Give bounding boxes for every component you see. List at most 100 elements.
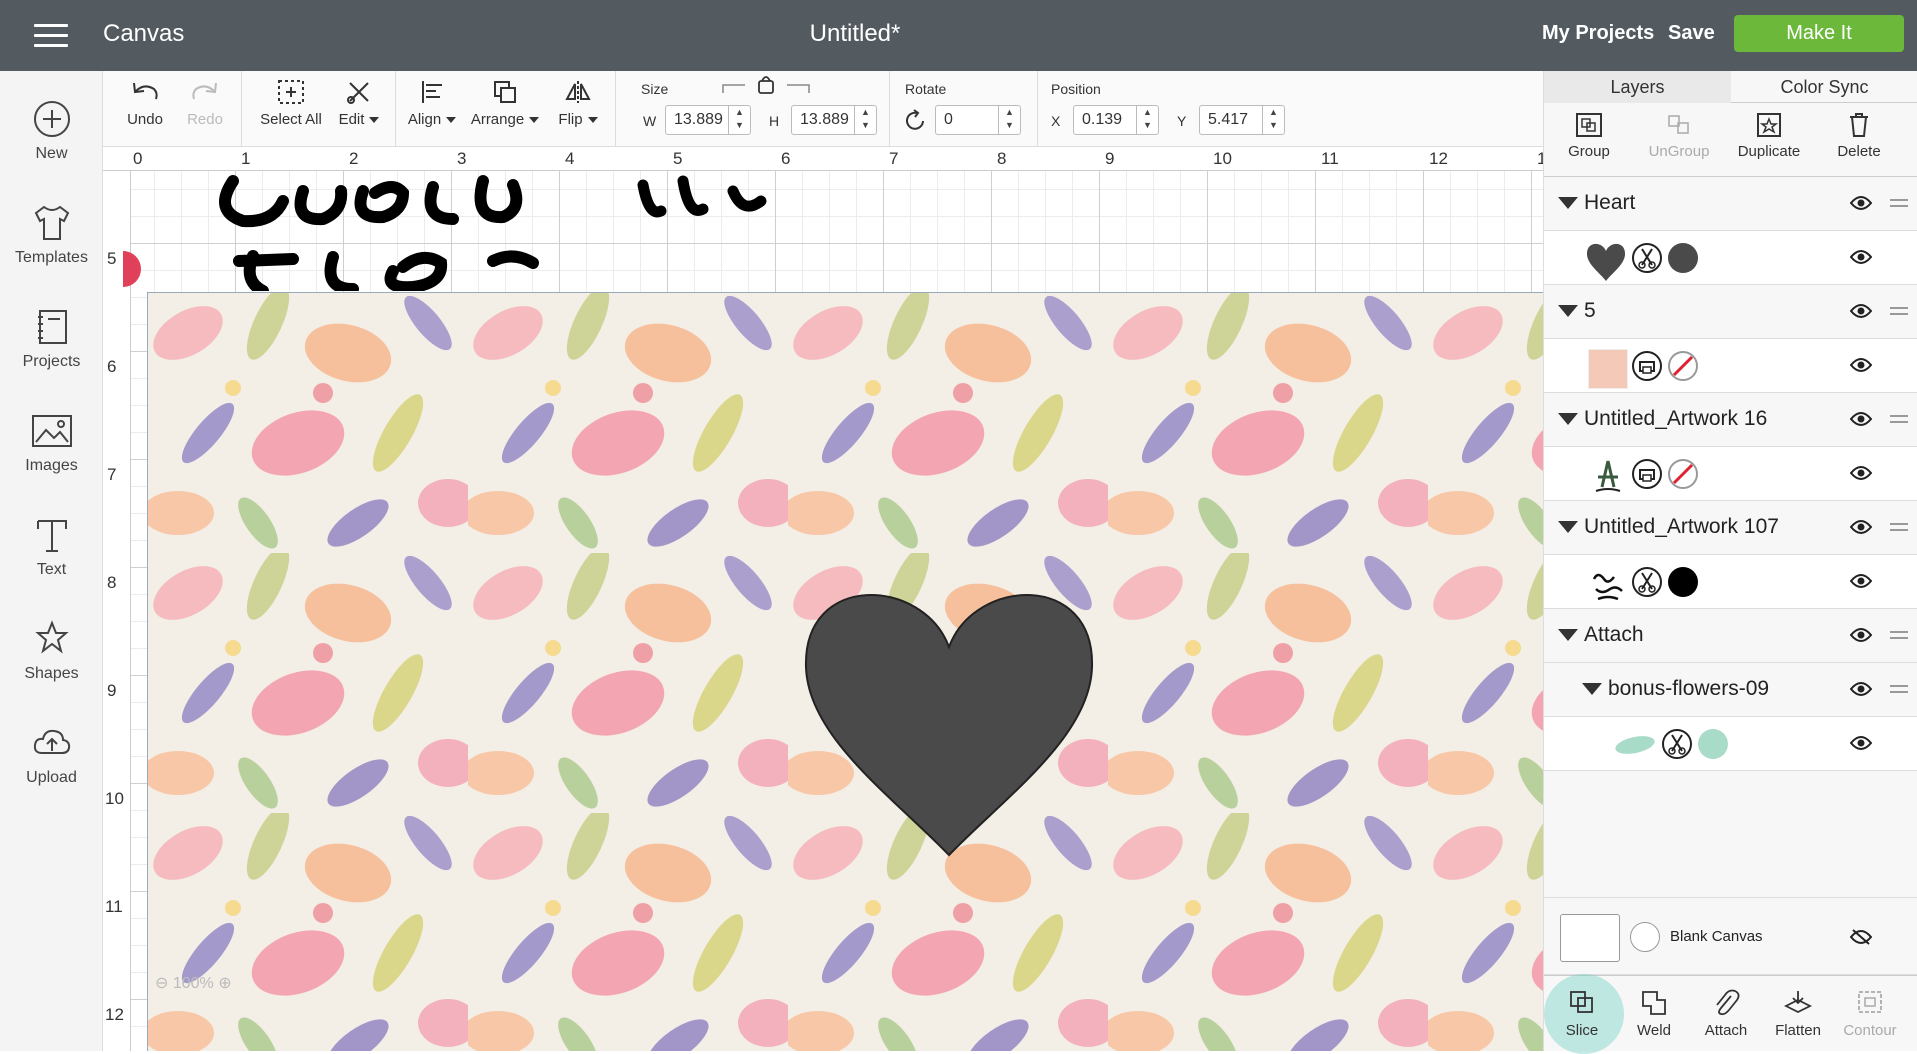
spinner-arrows-icon[interactable]: ▲ ▼ (1136, 106, 1158, 134)
caret-down-icon[interactable] (1558, 413, 1578, 425)
eye-icon[interactable] (1850, 627, 1872, 643)
cut-scissors-icon[interactable] (1632, 243, 1662, 273)
caret-down-icon[interactable] (1558, 305, 1578, 317)
rotate-input[interactable]: 0 ▲ ▼ (935, 105, 1021, 135)
layer-group-artwork-107[interactable]: Untitled_Artwork 107 (1544, 501, 1917, 555)
spinner-arrows-icon[interactable]: ▲ ▼ (998, 106, 1020, 134)
caret-down-icon[interactable] (1582, 683, 1602, 695)
color-swatch[interactable] (1668, 243, 1698, 273)
layer-item-artwork-107[interactable] (1544, 555, 1917, 609)
rotate-icon (906, 109, 924, 130)
group-icon (1576, 113, 1602, 137)
tab-layers[interactable]: Layers (1544, 71, 1731, 103)
delete-button[interactable]: Delete (1814, 111, 1904, 160)
select-all-button[interactable]: Select All (251, 79, 331, 128)
layer-group-5[interactable]: 5 (1544, 285, 1917, 339)
lettering-artwork[interactable] (213, 171, 893, 291)
redo-button[interactable]: Redo (177, 79, 233, 128)
color-swatch[interactable] (1698, 729, 1728, 759)
eye-icon[interactable] (1850, 519, 1872, 535)
layer-group-bonus-flowers[interactable]: bonus-flowers-09 (1544, 663, 1917, 717)
zoom-control[interactable]: ⊖ 100% ⊕ (155, 973, 232, 993)
edit-dropdown[interactable]: Edit (331, 79, 387, 128)
spinner-arrows-icon[interactable]: ▲ ▼ (728, 106, 750, 134)
spinner-arrows-icon[interactable]: ▲ ▼ (1262, 106, 1284, 134)
drag-handle-icon[interactable] (1890, 307, 1908, 319)
eye-icon[interactable] (1850, 465, 1872, 481)
eye-icon[interactable] (1850, 411, 1872, 427)
caret-down-icon[interactable] (1558, 629, 1578, 641)
layer-item-pattern[interactable] (1544, 339, 1917, 393)
tshirt-icon (34, 205, 69, 240)
tab-color-sync[interactable]: Color Sync (1731, 71, 1917, 103)
caret-down-icon[interactable] (1558, 197, 1578, 209)
sidebar-item-shapes[interactable]: Shapes (0, 619, 103, 683)
group-button[interactable]: Group (1544, 111, 1634, 160)
layer-item-artwork-16[interactable] (1544, 447, 1917, 501)
drag-handle-icon[interactable] (1890, 199, 1908, 211)
slice-button[interactable]: Slice (1544, 974, 1624, 1054)
sidebar-label: New (35, 145, 68, 162)
y-position-input[interactable]: 5.417 ▲ ▼ (1199, 105, 1285, 135)
eye-icon[interactable] (1850, 735, 1872, 751)
eye-hidden-icon[interactable] (1850, 928, 1872, 946)
canvas-color-swatch[interactable] (1630, 922, 1660, 952)
x-value: 0.139 (1082, 111, 1123, 128)
canvas-thumbnail[interactable] (1560, 914, 1620, 962)
eye-icon[interactable] (1850, 357, 1872, 373)
ungroup-button[interactable]: UnGroup (1634, 111, 1724, 160)
eye-icon[interactable] (1850, 681, 1872, 697)
color-swatch[interactable] (1668, 567, 1698, 597)
my-projects-link[interactable]: My Projects (1542, 22, 1654, 45)
sidebar-item-images[interactable]: Images (0, 411, 103, 475)
spinner-arrows-icon[interactable]: ▲ ▼ (854, 106, 876, 134)
sidebar-item-templates[interactable]: Templates (0, 203, 103, 267)
sidebar-item-projects[interactable]: Projects (0, 307, 103, 371)
layer-item-bonus-flowers[interactable] (1544, 717, 1917, 771)
sidebar-item-new[interactable]: New (0, 99, 103, 163)
printer-icon[interactable] (1632, 459, 1662, 489)
sidebar-item-text[interactable]: Text (0, 515, 103, 579)
drag-handle-icon[interactable] (1890, 685, 1908, 697)
drag-handle-icon[interactable] (1890, 631, 1908, 643)
sidebar-item-upload[interactable]: Upload (0, 723, 103, 787)
cut-scissors-icon[interactable] (1662, 729, 1692, 759)
eye-icon[interactable] (1850, 573, 1872, 589)
caret-down-icon[interactable] (1558, 521, 1578, 533)
layer-group-attach[interactable]: Attach (1544, 609, 1917, 663)
document-title[interactable]: Untitled* (0, 20, 1710, 48)
make-it-button[interactable]: Make It (1734, 15, 1904, 52)
no-color-swatch[interactable] (1668, 351, 1698, 381)
contour-label: Contour (1843, 1022, 1897, 1039)
height-input[interactable]: 13.889 ▲ ▼ (791, 105, 877, 135)
flatten-button[interactable]: Flatten (1762, 988, 1834, 1039)
no-color-swatch[interactable] (1668, 459, 1698, 489)
paperclip-icon (1716, 989, 1740, 1016)
layer-item-heart[interactable] (1544, 231, 1917, 285)
heart-shape[interactable] (803, 577, 1095, 857)
design-canvas[interactable]: 0 1 2 3 4 5 6 7 8 9 10 11 12 1 5 6 7 8 9… (103, 147, 1543, 1051)
duplicate-button[interactable]: Duplicate (1724, 111, 1814, 160)
lock-icon[interactable] (721, 73, 811, 99)
save-button[interactable]: Save (1668, 22, 1715, 45)
weld-button[interactable]: Weld (1618, 988, 1690, 1039)
layer-group-artwork-16[interactable]: Untitled_Artwork 16 (1544, 393, 1917, 447)
x-position-input[interactable]: 0.139 ▲ ▼ (1073, 105, 1159, 135)
cut-scissors-icon[interactable] (1632, 567, 1662, 597)
edit-toolbar: Undo Redo Select All Edit Align Arrange … (103, 71, 1543, 147)
undo-button[interactable]: Undo (117, 79, 173, 128)
drag-handle-icon[interactable] (1890, 523, 1908, 535)
layer-group-heart[interactable]: Heart (1544, 177, 1917, 231)
eye-icon[interactable] (1850, 249, 1872, 265)
flip-dropdown[interactable]: Flip (549, 79, 607, 128)
arrange-dropdown[interactable]: Arrange (467, 79, 543, 128)
attach-button[interactable]: Attach (1690, 988, 1762, 1039)
eye-icon[interactable] (1850, 303, 1872, 319)
blank-canvas-row[interactable]: Blank Canvas (1544, 897, 1917, 975)
printer-icon[interactable] (1632, 351, 1662, 381)
eye-icon[interactable] (1850, 195, 1872, 211)
align-dropdown[interactable]: Align (403, 79, 461, 128)
drag-handle-icon[interactable] (1890, 415, 1908, 427)
contour-button[interactable]: Contour (1834, 988, 1906, 1039)
width-input[interactable]: 13.889 ▲ ▼ (665, 105, 751, 135)
